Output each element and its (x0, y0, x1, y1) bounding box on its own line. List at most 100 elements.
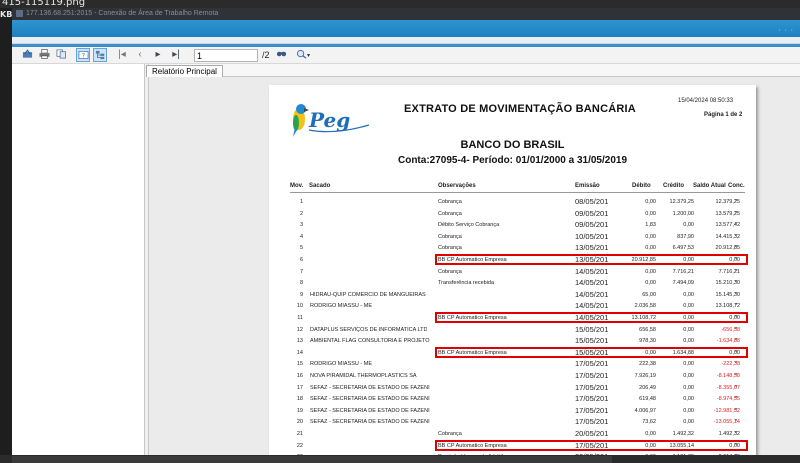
cell-credito: 1.200,00 (672, 210, 694, 217)
tab-relatorio-principal[interactable]: Relatório Principal (146, 65, 223, 77)
cell-debito: 4.006,97 (634, 407, 656, 414)
export-icon[interactable] (20, 48, 34, 62)
page-number-input[interactable] (194, 49, 258, 62)
cell-conc: * (735, 396, 738, 403)
cell-debito: 0,00 (645, 280, 656, 287)
header-rule (290, 192, 745, 193)
table-row: 10 RODRIGO MIASSU - ME 14/05/201 2.036,58 0,… (269, 301, 756, 312)
cell-saldo: 20.912,85 (715, 245, 740, 252)
report-tree-pane[interactable] (12, 64, 145, 463)
cell-sacado: SEFAZ - SECRETARIA DE ESTADO DE FAZENI (310, 419, 430, 426)
cell-mov: 18 (296, 396, 303, 403)
cell-debito: 978,30 (639, 338, 656, 345)
cell-debito: 206,49 (639, 384, 656, 391)
highlight-box (435, 312, 748, 323)
cell-emissao: 08/05/201 (575, 197, 609, 206)
cell-obs: Cobrança (438, 245, 462, 252)
cell-emissao: 15/05/201 (575, 324, 609, 334)
header-debito: Débito (632, 183, 651, 189)
cell-emissao: 14/05/201 (575, 301, 609, 311)
cell-debito: 2.036,58 (634, 303, 656, 310)
highlight-box (435, 346, 748, 358)
screenshot-header (0, 0, 800, 8)
rdp-icon (16, 9, 23, 17)
cell-emissao: 17/05/201 (575, 417, 609, 427)
ribbon-band: · · · (12, 20, 800, 37)
cell-mov: 15 (296, 361, 303, 368)
cell-saldo: -656,58 (721, 326, 740, 333)
cell-mov: 14 (296, 349, 303, 356)
cell-emissao: 17/05/201 (575, 394, 609, 404)
help-icon[interactable]: ? (76, 48, 90, 62)
cell-mov: 12 (296, 326, 303, 333)
table-row: 18 SEFAZ - SECRETARIA DE ESTADO DE FAZENI… (269, 394, 756, 405)
table-row: 13 AMBIENTAL FLAG CONSULTORIA E PROJETO 15… (269, 336, 756, 347)
print-icon[interactable] (37, 48, 51, 62)
cell-mov: 22 (296, 442, 303, 449)
table-row: 12 DATAPLUS SERVIÇOS DE INFORMATICA LTD 15… (269, 325, 756, 336)
cell-obs: Débito Serviço Cobrança (438, 222, 500, 229)
last-page-icon[interactable]: ▸| (169, 48, 183, 62)
zoom-dropdown-icon: ▾ (306, 53, 310, 59)
cell-saldo: 15.210,30 (715, 280, 740, 287)
copy-icon[interactable] (54, 48, 68, 62)
peg-logo: Peg (293, 104, 370, 137)
highlight-box (435, 254, 748, 265)
header-saldo: Saldo Atual (693, 183, 726, 189)
table-row: 19 SEFAZ - SECRETARIA DE ESTADO DE FAZENI… (269, 406, 756, 417)
cell-saldo: -12.981,52 (713, 407, 740, 414)
table-row: 8 Transferência recebida 14/05/201 0,00 7.49… (269, 278, 756, 289)
cell-mov: 6 (299, 257, 303, 263)
cell-sacado: NOVA PIRAMIDAL THERMOPLASTICS SA (310, 373, 417, 379)
cell-obs: Cobrança (438, 233, 462, 240)
cell-mov: 3 (299, 222, 303, 229)
table-row: 1 Cobrança 08/05/201 0,00 12.379,25 12.379,25… (269, 197, 756, 208)
cell-mov: 9 (299, 291, 303, 298)
cell-sacado: RODRIGO MIASSU - ME (310, 361, 373, 368)
cell-mov: 16 (296, 373, 303, 379)
cell-saldo: 15.145,30 (715, 291, 740, 298)
viewer-toolbar: ? |◂ ‹ ▸ ▸| /2 ▾ (12, 47, 800, 64)
cell-emissao: 14/05/201 (575, 266, 609, 276)
header-emissao: Emissão (575, 183, 600, 189)
cell-mov: 5 (299, 245, 303, 252)
cell-saldo: -13.055,14 (713, 419, 740, 426)
cell-emissao: 14/05/201 (575, 289, 609, 299)
cell-conc: * (735, 210, 738, 217)
cell-sacado: SEFAZ - SECRETARIA DE ESTADO DE FAZENI (310, 396, 430, 403)
bank-name: BANCO DO BRASIL (460, 139, 565, 151)
cell-sacado: DATAPLUS SERVIÇOS DE INFORMATICA LTD (310, 326, 428, 333)
search-icon[interactable] (274, 48, 288, 62)
cell-credito: 7.716,21 (672, 268, 694, 275)
first-page-icon[interactable]: |◂ (115, 48, 129, 62)
cell-conc: * (735, 431, 738, 437)
cell-conc: * (735, 373, 738, 379)
cell-saldo: 12.379,25 (715, 199, 740, 205)
cell-saldo: 13.579,25 (715, 210, 740, 217)
tab-strip (149, 64, 800, 77)
cell-debito: 0,00 (645, 210, 656, 217)
svg-text:?: ? (81, 52, 84, 60)
cell-saldo: -8.355,07 (716, 384, 740, 391)
cell-conc: * (735, 233, 738, 240)
next-page-icon[interactable]: ▸ (151, 48, 165, 62)
cell-conc: * (735, 407, 738, 414)
tree-icon[interactable] (93, 48, 107, 62)
cell-sacado: HIDRAU-QUIP COMERCIO DE MANGUEIRAS (310, 291, 426, 298)
cell-saldo: -8.974,55 (716, 396, 740, 403)
cell-mov: 21 (296, 431, 303, 437)
cell-conc: * (735, 268, 738, 275)
cell-debito: 65,00 (642, 291, 656, 298)
cell-sacado: AMBIENTAL FLAG CONSULTORIA E PROJETO (310, 338, 430, 345)
cell-conc: * (735, 338, 738, 345)
cell-saldo: 13.577,42 (715, 222, 740, 229)
cell-debito: 0,00 (645, 245, 656, 252)
prev-page-icon[interactable]: ‹ (133, 48, 147, 62)
cell-conc: * (735, 384, 738, 391)
cell-credito: 7.494,09 (672, 280, 694, 287)
cell-conc: * (735, 280, 738, 287)
cell-mov: 17 (296, 384, 303, 391)
cell-credito: 12.379,25 (669, 199, 694, 205)
zoom-icon[interactable]: ▾ (292, 48, 314, 62)
cell-saldo: -8.148,58 (716, 373, 740, 379)
